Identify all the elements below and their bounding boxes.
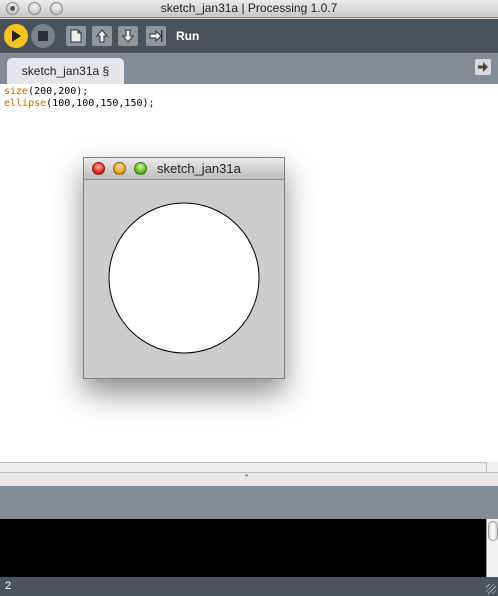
sketch-window[interactable]: sketch_jan31a: [83, 157, 285, 379]
console-scroll-thumb[interactable]: [488, 521, 498, 541]
editor-horizontal-scrollbar[interactable]: [0, 462, 498, 472]
resize-grip-icon[interactable]: [486, 584, 496, 594]
console[interactable]: [0, 519, 486, 577]
window-title: sketch_jan31a | Processing 1.0.7: [160, 1, 338, 15]
toolbar: Run: [0, 19, 498, 53]
arrow-right-icon: [478, 62, 488, 72]
export-button[interactable]: [146, 26, 166, 46]
pane-divider[interactable]: ˄: [0, 472, 498, 486]
new-file-icon: [70, 29, 82, 43]
new-button[interactable]: [66, 26, 86, 46]
line-number: 2: [5, 580, 12, 592]
export-icon: [149, 29, 163, 43]
divider-handle-icon[interactable]: ˄: [244, 474, 249, 485]
sketch-title-bar[interactable]: sketch_jan31a: [84, 158, 284, 180]
sketch-window-title: sketch_jan31a: [157, 161, 241, 176]
ellipse-shape: [108, 202, 260, 354]
save-icon: [122, 29, 134, 43]
status-bar: 2: [0, 577, 498, 596]
run-label: Run: [176, 29, 200, 43]
stop-icon: [38, 31, 48, 41]
stop-button[interactable]: [31, 24, 55, 48]
code-line: ellipse(100,100,150,150);: [4, 98, 155, 110]
code-text: size(200,200); ellipse(100,100,150,150);: [4, 86, 155, 110]
code-args: (200,200);: [28, 86, 89, 97]
play-icon: [12, 30, 21, 42]
tab-menu-button[interactable]: [475, 59, 491, 75]
save-button[interactable]: [118, 26, 138, 46]
title-bar: sketch_jan31a | Processing 1.0.7: [0, 0, 498, 18]
run-button[interactable]: [4, 24, 28, 48]
tab-sketch[interactable]: sketch_jan31a §: [7, 58, 124, 84]
message-area: [0, 486, 498, 519]
open-button[interactable]: [92, 26, 112, 46]
code-args: (100,100,150,150);: [46, 98, 155, 109]
sketch-drawing: [108, 202, 260, 354]
minimize-sketch-icon[interactable]: [113, 162, 126, 175]
code-line: size(200,200);: [4, 86, 155, 98]
sketch-canvas: [84, 180, 284, 378]
code-keyword: size: [4, 86, 29, 97]
zoom-sketch-icon[interactable]: [134, 162, 147, 175]
code-keyword: ellipse: [4, 98, 47, 109]
console-scrollbar[interactable]: [486, 519, 498, 577]
tab-bar: sketch_jan31a §: [0, 53, 498, 84]
open-icon: [96, 29, 108, 43]
close-sketch-icon[interactable]: [92, 162, 105, 175]
